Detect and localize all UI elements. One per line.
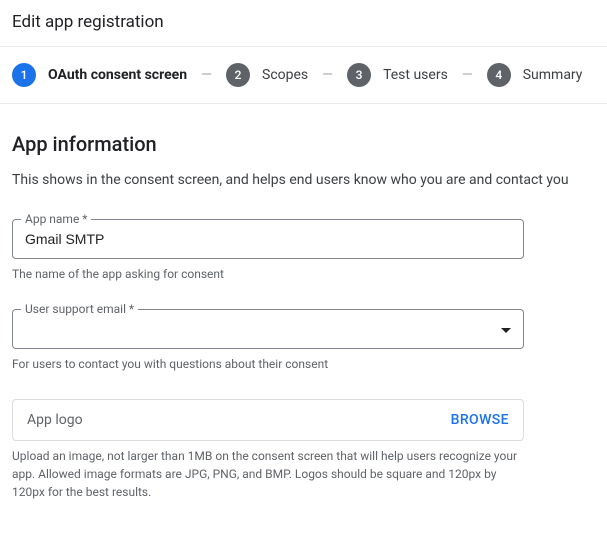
app-name-field-wrap: App name * The name of the app asking fo… [12,219,595,283]
step-separator: — [462,67,473,83]
dropdown-arrow-icon [501,321,511,337]
support-email-select[interactable]: User support email * [12,309,524,349]
section-title: App information [12,132,595,156]
step-label: Test users [383,67,448,83]
app-name-input-container[interactable]: App name * [12,219,524,259]
content-area: App information This shows in the consen… [0,104,607,539]
step-summary[interactable]: 4 Summary [487,63,583,87]
step-separator: — [201,67,212,83]
stepper: 1 OAuth consent screen — 2 Scopes — 3 Te… [0,47,607,104]
step-label: OAuth consent screen [48,67,187,83]
app-name-helper: The name of the app asking for consent [12,265,524,283]
app-logo-helper: Upload an image, not larger than 1MB on … [12,447,524,501]
step-number: 1 [12,63,36,87]
step-label: Summary [523,67,583,83]
step-oauth-consent[interactable]: 1 OAuth consent screen [12,63,187,87]
step-separator: — [322,67,333,83]
step-label: Scopes [262,67,308,83]
page-header: Edit app registration [0,0,607,47]
support-email-helper: For users to contact you with questions … [12,355,524,373]
support-email-label: User support email * [21,302,138,316]
browse-button[interactable]: BROWSE [451,412,509,428]
app-logo-placeholder: App logo [27,412,451,428]
page-title: Edit app registration [12,12,595,32]
step-number: 3 [347,63,371,87]
step-scopes[interactable]: 2 Scopes [226,63,308,87]
support-email-field-wrap: User support email * For users to contac… [12,309,595,373]
section-description: This shows in the consent screen, and he… [12,170,572,191]
app-logo-field-wrap: App logo BROWSE Upload an image, not lar… [12,399,595,501]
app-name-label: App name * [21,212,91,226]
step-test-users[interactable]: 3 Test users [347,63,448,87]
step-number: 4 [487,63,511,87]
step-number: 2 [226,63,250,87]
app-name-input[interactable] [25,231,511,247]
app-logo-input[interactable]: App logo BROWSE [12,399,524,441]
